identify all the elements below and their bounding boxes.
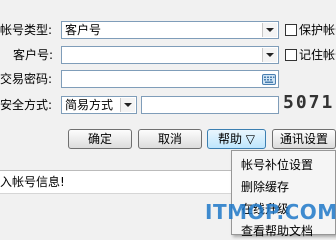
comm-settings-button[interactable]: 通讯设置 — [272, 129, 336, 149]
trade-password-label: 交易密码: — [0, 72, 53, 86]
account-type-value: 客户号 — [65, 23, 102, 37]
security-mode-value: 简易方式 — [65, 98, 114, 112]
menu-item-clear-cache[interactable]: 删除缓存 — [241, 180, 289, 194]
menu-item-account-fill[interactable]: 帐号补位设置 — [241, 158, 313, 172]
menu-item-help-doc[interactable]: 查看帮助文档 — [241, 224, 313, 238]
remember-account-checkbox[interactable] — [285, 49, 297, 61]
account-type-select[interactable]: 客户号 — [61, 21, 279, 39]
account-type-label: 帐号类型: — [0, 23, 53, 37]
save-account-label: 保护帐号 — [299, 23, 336, 37]
security-mode-label: 安全方式: — [0, 98, 53, 112]
remember-account-label: 记住帐号 — [299, 48, 336, 62]
help-button[interactable]: 帮助 ▽ — [207, 129, 266, 149]
chevron-down-icon[interactable] — [262, 23, 277, 37]
chevron-down-icon[interactable] — [262, 48, 277, 62]
customer-no-combo[interactable] — [61, 46, 279, 64]
trade-password-field[interactable] — [61, 70, 279, 88]
customer-no-label: 客户号: — [13, 48, 54, 62]
captcha-image[interactable]: 5071 — [283, 93, 336, 113]
security-code-input[interactable] — [141, 96, 279, 114]
keyboard-icon[interactable] — [262, 73, 276, 85]
security-mode-select[interactable]: 简易方式 — [61, 96, 137, 114]
save-account-checkbox[interactable] — [285, 24, 297, 36]
chevron-down-icon[interactable] — [120, 98, 135, 112]
status-message: 入帐号信息! — [0, 175, 65, 189]
itmop-watermark: ITMOP.COM — [205, 200, 336, 224]
cancel-button[interactable]: 取消 — [138, 129, 202, 149]
ok-button[interactable]: 确定 — [68, 129, 132, 149]
